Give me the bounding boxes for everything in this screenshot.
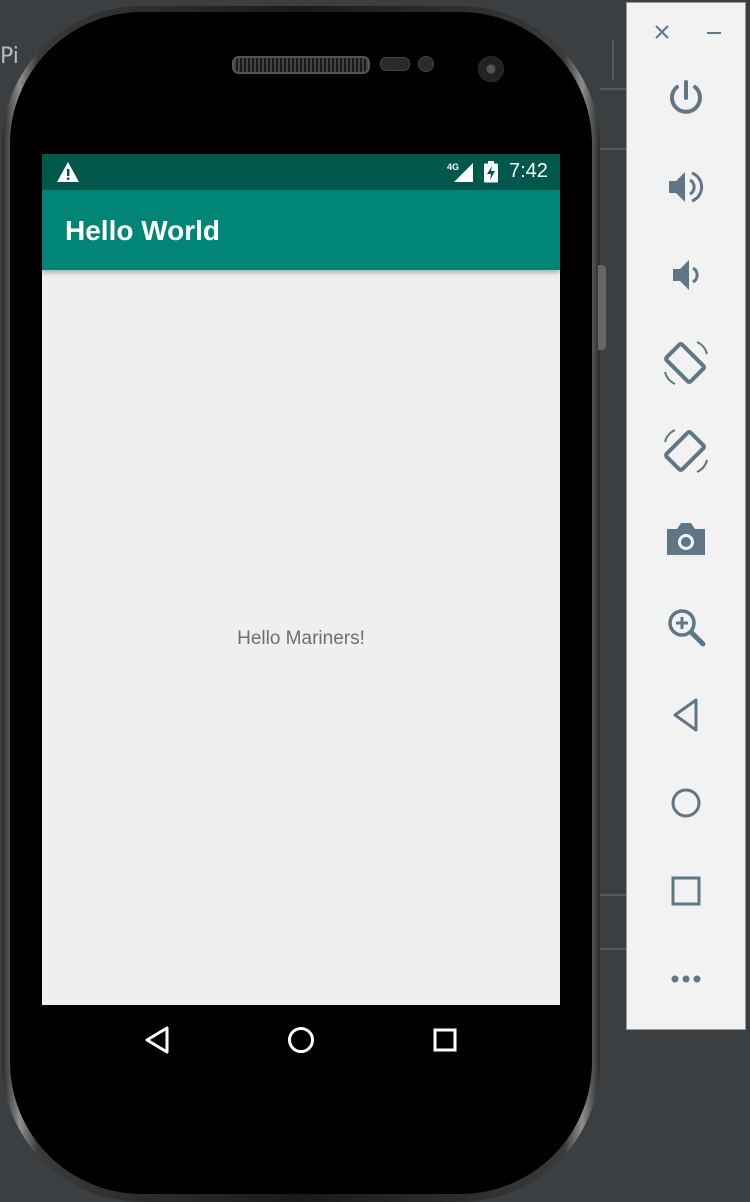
app-bar: Hello World	[42, 190, 560, 270]
phone-side-button[interactable]	[598, 265, 606, 350]
ide-divider	[600, 148, 626, 150]
status-clock: 7:42	[509, 160, 548, 182]
nav-back-icon[interactable]	[138, 1020, 178, 1060]
overview-button[interactable]	[661, 866, 711, 916]
rotate-right-button[interactable]	[661, 426, 711, 476]
more-button[interactable]	[661, 954, 711, 1004]
phone-screen: 4G 7:42 Hello World Hello Mariners!	[42, 154, 560, 1005]
volume-down-button[interactable]	[661, 250, 711, 300]
rotate-left-button[interactable]	[661, 338, 711, 388]
close-icon[interactable]	[651, 21, 673, 43]
front-camera	[478, 56, 504, 82]
nav-home-icon[interactable]	[281, 1020, 321, 1060]
volume-down-icon	[673, 260, 699, 290]
ide-divider	[600, 88, 626, 90]
status-bar: 4G 7:42	[42, 154, 560, 190]
overview-icon	[671, 876, 701, 906]
back-button[interactable]	[661, 690, 711, 740]
ide-fragment-text: Pi	[0, 44, 19, 69]
zoom-button[interactable]	[661, 602, 711, 652]
network-label: 4G	[447, 162, 459, 172]
hello-text: Hello Mariners!	[237, 628, 365, 649]
volume-up-button[interactable]	[661, 162, 711, 212]
ide-divider	[612, 40, 614, 80]
zoom-icon	[668, 609, 706, 647]
more-icon	[671, 975, 701, 983]
camera-icon	[667, 523, 705, 555]
emulator-sidebar	[626, 2, 746, 1030]
main-content: Hello Mariners!	[42, 270, 560, 1005]
rotate-left-icon	[664, 341, 708, 385]
proximity-sensor	[380, 57, 410, 71]
battery-charging-icon	[484, 161, 498, 183]
home-icon	[671, 788, 701, 818]
power-button[interactable]	[661, 74, 711, 124]
home-button[interactable]	[661, 778, 711, 828]
nav-overview-icon[interactable]	[425, 1020, 465, 1060]
volume-up-icon	[669, 171, 704, 203]
app-title: Hello World	[65, 215, 221, 246]
light-sensor	[418, 56, 434, 72]
back-icon	[673, 698, 698, 732]
ide-divider	[600, 894, 626, 896]
power-icon	[670, 80, 702, 114]
minimize-icon[interactable]	[703, 21, 725, 43]
screenshot-button[interactable]	[661, 514, 711, 564]
warning-icon	[57, 162, 79, 182]
ide-divider	[600, 948, 626, 950]
signal-4g-icon: 4G	[447, 162, 473, 182]
rotate-right-icon	[664, 429, 708, 473]
earpiece-speaker	[232, 56, 370, 74]
